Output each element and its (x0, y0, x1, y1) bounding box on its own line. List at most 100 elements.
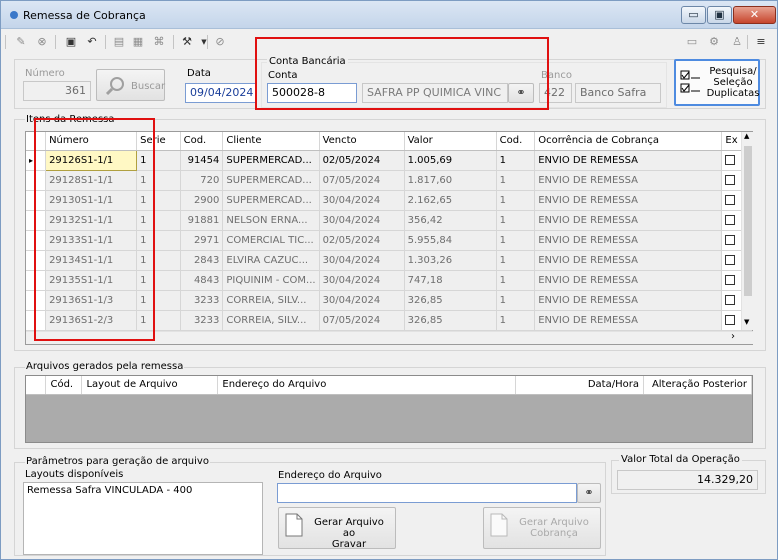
cell-cliente[interactable]: CORREIA, SILV... (222, 290, 320, 311)
export-checkbox[interactable] (725, 274, 736, 285)
cell-cod[interactable]: 2900 (180, 190, 224, 211)
cell-valor[interactable]: 1.817,60 (404, 170, 497, 191)
settings-icon[interactable]: ⚙ (706, 34, 722, 50)
cell-vencto[interactable]: 30/04/2024 (319, 190, 405, 211)
chevron-down-icon[interactable]: ▼ (196, 34, 212, 50)
cell-cod2[interactable]: 1 (496, 210, 536, 231)
arquivos-grid[interactable]: Cód. Layout de Arquivo Endereço do Arqui… (25, 375, 753, 443)
export-checkbox[interactable] (725, 314, 736, 325)
cell-ocorrencia[interactable]: ENVIO DE REMESSA (534, 230, 723, 251)
cell-cliente[interactable]: ELVIRA CAZUC... (222, 250, 320, 271)
cell-cod[interactable]: 3233 (180, 290, 224, 311)
cell-ocorrencia[interactable]: ENVIO DE REMESSA (534, 210, 723, 231)
export-checkbox[interactable] (725, 254, 736, 265)
cell-vencto[interactable]: 30/04/2024 (319, 250, 405, 271)
cell-cod2[interactable]: 1 (496, 270, 536, 291)
edit-icon[interactable]: ✎ (13, 34, 29, 50)
cell-cliente[interactable]: COMERCIAL TIC... (222, 230, 320, 251)
col-endereco[interactable]: Endereço do Arquivo (217, 376, 517, 395)
print-icon[interactable]: ▤ (111, 34, 127, 50)
cell-vencto[interactable]: 02/05/2024 (319, 150, 405, 171)
cell-ocorrencia[interactable]: ENVIO DE REMESSA (534, 310, 723, 331)
col-data-hora[interactable]: Data/Hora (515, 376, 644, 395)
cell-cod[interactable]: 720 (180, 170, 224, 191)
cell-valor[interactable]: 326,85 (404, 290, 497, 311)
attach-icon[interactable]: ⌘ (151, 34, 167, 50)
cell-cliente[interactable]: NELSON ERNA... (222, 210, 320, 231)
minimize-button[interactable]: ▭ (681, 6, 706, 24)
itens-vertical-scrollbar[interactable]: ▲ ▼ (741, 132, 753, 330)
export-icon[interactable]: ▦ (130, 34, 146, 50)
cell-cod[interactable]: 2843 (180, 250, 224, 271)
cell-cod[interactable]: 3233 (180, 310, 224, 331)
export-checkbox[interactable] (725, 154, 736, 165)
cell-cod[interactable]: 2971 (180, 230, 224, 251)
export-checkbox[interactable] (725, 174, 736, 185)
cell-cod2[interactable]: 1 (496, 310, 536, 331)
export-checkbox[interactable] (725, 234, 736, 245)
gerar-arquivo-gravar-button[interactable]: Gerar Arquivo ao Gravar (278, 507, 396, 550)
export-checkbox[interactable] (725, 294, 736, 305)
scroll-up-icon[interactable]: ▲ (744, 132, 749, 140)
cell-valor[interactable]: 326,85 (404, 310, 497, 331)
cell-vencto[interactable]: 07/05/2024 (319, 310, 405, 331)
cell-cod[interactable]: 91454 (180, 150, 224, 171)
col-arq-cod[interactable]: Cód. (45, 376, 83, 395)
cell-cod2[interactable]: 1 (496, 150, 536, 171)
col-vencto[interactable]: Vencto (319, 132, 405, 151)
col-alteracao[interactable]: Alteração Posterior (643, 376, 753, 395)
cell-cliente[interactable]: SUPERMERCAD... (222, 150, 320, 171)
cell-cliente[interactable]: CORREIA, SILV... (222, 310, 320, 331)
cell-valor[interactable]: 747,18 (404, 270, 497, 291)
tools-icon[interactable]: ⚒ (179, 34, 195, 50)
cell-ocorrencia[interactable]: ENVIO DE REMESSA (534, 190, 723, 211)
cell-cod2[interactable]: 1 (496, 250, 536, 271)
cell-cod2[interactable]: 1 (496, 170, 536, 191)
col-cliente[interactable]: Cliente (222, 132, 320, 151)
cell-vencto[interactable]: 30/04/2024 (319, 210, 405, 231)
undo-icon[interactable]: ↶ (84, 34, 100, 50)
buscar-button[interactable]: Buscar (96, 69, 165, 101)
cell-cliente[interactable]: SUPERMERCAD... (222, 190, 320, 211)
numero-field[interactable]: 361 (23, 81, 91, 101)
layouts-listbox[interactable]: Remessa Safra VINCULADA - 400 (23, 482, 263, 555)
scroll-right-icon[interactable]: › (731, 331, 735, 342)
cell-cliente[interactable]: PIQUINIM - COM... (222, 270, 320, 291)
cell-vencto[interactable]: 30/04/2024 (319, 290, 405, 311)
endereco-field[interactable] (277, 483, 577, 503)
scroll-thumb[interactable] (744, 146, 752, 296)
display-icon[interactable]: ▭ (684, 34, 700, 50)
cell-valor[interactable]: 5.955,84 (404, 230, 497, 251)
cell-valor[interactable]: 1.005,69 (404, 150, 497, 171)
col-cod[interactable]: Cod. (180, 132, 224, 151)
col-cod-ocorrencia[interactable]: Cod. (496, 132, 536, 151)
layout-option[interactable]: Remessa Safra VINCULADA - 400 (24, 483, 262, 498)
cell-cod[interactable]: 4843 (180, 270, 224, 291)
block-icon[interactable]: ⊘ (212, 34, 228, 50)
cancel-icon[interactable]: ⊗ (34, 34, 50, 50)
col-ocorrencia[interactable]: Ocorrência de Cobrança (534, 132, 723, 151)
cell-cod2[interactable]: 1 (496, 190, 536, 211)
cell-valor[interactable]: 356,42 (404, 210, 497, 231)
cell-cod2[interactable]: 1 (496, 230, 536, 251)
close-button[interactable]: ✕ (733, 6, 776, 24)
export-checkbox[interactable] (725, 214, 736, 225)
user-icon[interactable]: ♙ (729, 34, 745, 50)
gerar-arquivo-cobranca-button[interactable]: Gerar Arquivo Cobrança (483, 507, 601, 549)
cell-cliente[interactable]: SUPERMERCAD... (222, 170, 320, 191)
cell-cod[interactable]: 91881 (180, 210, 224, 231)
pesquisa-selecao-button[interactable]: Pesquisa/ Seleção Duplicatas (674, 59, 760, 106)
col-layout[interactable]: Layout de Arquivo (81, 376, 219, 395)
cell-ocorrencia[interactable]: ENVIO DE REMESSA (534, 250, 723, 271)
endereco-lookup-button[interactable]: ⚭ (577, 483, 601, 503)
cell-vencto[interactable]: 30/04/2024 (319, 270, 405, 291)
maximize-button[interactable]: ▣ (707, 6, 732, 24)
data-field[interactable]: 09/04/2024 (185, 83, 257, 103)
export-checkbox[interactable] (725, 194, 736, 205)
save-icon[interactable]: ▣ (63, 34, 79, 50)
cell-cod2[interactable]: 1 (496, 290, 536, 311)
col-valor[interactable]: Valor (404, 132, 497, 151)
cell-ocorrencia[interactable]: ENVIO DE REMESSA (534, 270, 723, 291)
cell-valor[interactable]: 1.303,26 (404, 250, 497, 271)
cell-vencto[interactable]: 07/05/2024 (319, 170, 405, 191)
